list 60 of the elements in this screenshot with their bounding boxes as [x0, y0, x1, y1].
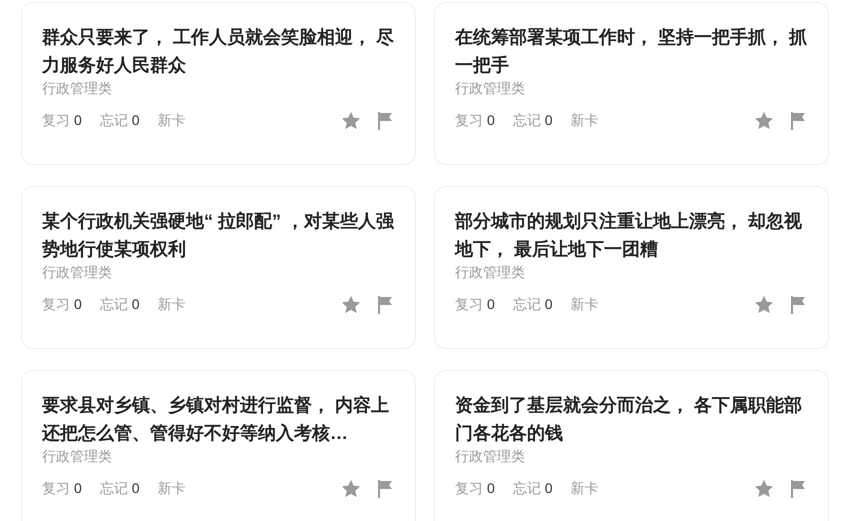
star-icon[interactable] [754, 479, 774, 498]
card-background[interactable]: 群众只要来了， 工作人员就会笑脸相迎， 尽力服务好人民群众 行政管理类 复习 0 忘记 0 新卡 [21, 2, 416, 165]
stat-label: 复习 [42, 295, 70, 314]
card-title: 要求县对乡镇、乡镇对村进行监督， 内容上还把怎么管、管得好不好等纳入考核… [42, 394, 390, 445]
card-tag: 新卡 [158, 478, 186, 499]
category-label: 行政管理类 [455, 79, 526, 97]
stat-count: 0 [487, 479, 495, 498]
category-label: 行政管理类 [42, 79, 113, 97]
card-title: 资金到了基层就会分而治之， 各下属职能部门各花各的钱 [455, 394, 804, 445]
stat-count: 0 [132, 479, 140, 498]
stat-label: 复习 [455, 295, 483, 314]
category-label: 行政管理类 [455, 447, 526, 465]
card-tag: 新卡 [570, 294, 599, 315]
star-icon[interactable] [341, 479, 361, 498]
stat-count: 0 [544, 295, 553, 314]
stat-count: 0 [74, 479, 82, 498]
category-label: 行政管理类 [455, 263, 526, 281]
stat-count: 0 [544, 111, 553, 130]
stat-label: 忘记 [512, 111, 541, 130]
star-icon[interactable] [341, 111, 361, 130]
card-title: 群众只要来了， 工作人员就会笑脸相迎， 尽力服务好人民群众 [42, 26, 395, 77]
card-background[interactable]: 在统筹部署某项工作时， 坚持一把手抓， 抓一把手 行政管理类 复习 0 忘记 0 新卡 [434, 2, 829, 165]
card-title: 部分城市的规划只注重让地上漂亮， 却忽视地下， 最后让地下一团糟 [455, 210, 804, 261]
card-background[interactable]: 要求县对乡镇、乡镇对村进行监督， 内容上还把怎么管、管得好不好等纳入考核… 行政管理类 复习 0 忘记 0 新卡 [21, 370, 416, 521]
stat-count: 0 [132, 111, 140, 130]
stat-label: 忘记 [100, 479, 128, 498]
stat-count: 0 [74, 111, 82, 130]
stat-count: 0 [487, 295, 495, 314]
stat-label: 忘记 [512, 295, 541, 314]
card-background[interactable]: 某个行政机关强硬地“ 拉郎配” ，对某些人强势地行使某项权利 行政管理类 复习 0 忘记 0 新卡 [21, 186, 416, 349]
star-icon[interactable] [754, 111, 774, 130]
card-background[interactable]: 部分城市的规划只注重让地上漂亮， 却忽视地下， 最后让地下一团糟 行政管理类 复习 0 忘记 0 新卡 [434, 186, 829, 349]
stat-count: 0 [487, 111, 495, 130]
card-tag: 新卡 [570, 110, 599, 131]
card-tag: 新卡 [158, 294, 186, 315]
flag-icon[interactable] [377, 296, 393, 314]
stat-label: 忘记 [100, 295, 128, 314]
flag-icon[interactable] [377, 112, 393, 130]
stat-label: 复习 [455, 479, 483, 498]
flag-icon[interactable] [790, 112, 806, 130]
stat-label: 复习 [42, 111, 70, 130]
flag-icon[interactable] [790, 480, 806, 498]
stat-count: 0 [74, 295, 82, 314]
category-label: 行政管理类 [42, 447, 113, 465]
card-tag: 新卡 [158, 110, 186, 131]
stat-label: 复习 [455, 111, 483, 130]
stat-count: 0 [544, 479, 553, 498]
stat-label: 忘记 [512, 479, 541, 498]
card-title: 在统筹部署某项工作时， 坚持一把手抓， 抓一把手 [455, 26, 808, 77]
stat-label: 复习 [42, 479, 70, 498]
stat-count: 0 [132, 295, 140, 314]
card-background[interactable]: 资金到了基层就会分而治之， 各下属职能部门各花各的钱 行政管理类 复习 0 忘记 0 新卡 [434, 370, 829, 521]
star-icon[interactable] [341, 295, 361, 314]
stat-label: 忘记 [100, 111, 128, 130]
flag-icon[interactable] [790, 296, 806, 314]
flag-icon[interactable] [377, 480, 393, 498]
category-label: 行政管理类 [42, 263, 113, 281]
star-icon[interactable] [754, 295, 774, 314]
card-title: 某个行政机关强硬地“ 拉郎配” ，对某些人强势地行使某项权利 [42, 210, 395, 261]
card-tag: 新卡 [570, 478, 599, 499]
